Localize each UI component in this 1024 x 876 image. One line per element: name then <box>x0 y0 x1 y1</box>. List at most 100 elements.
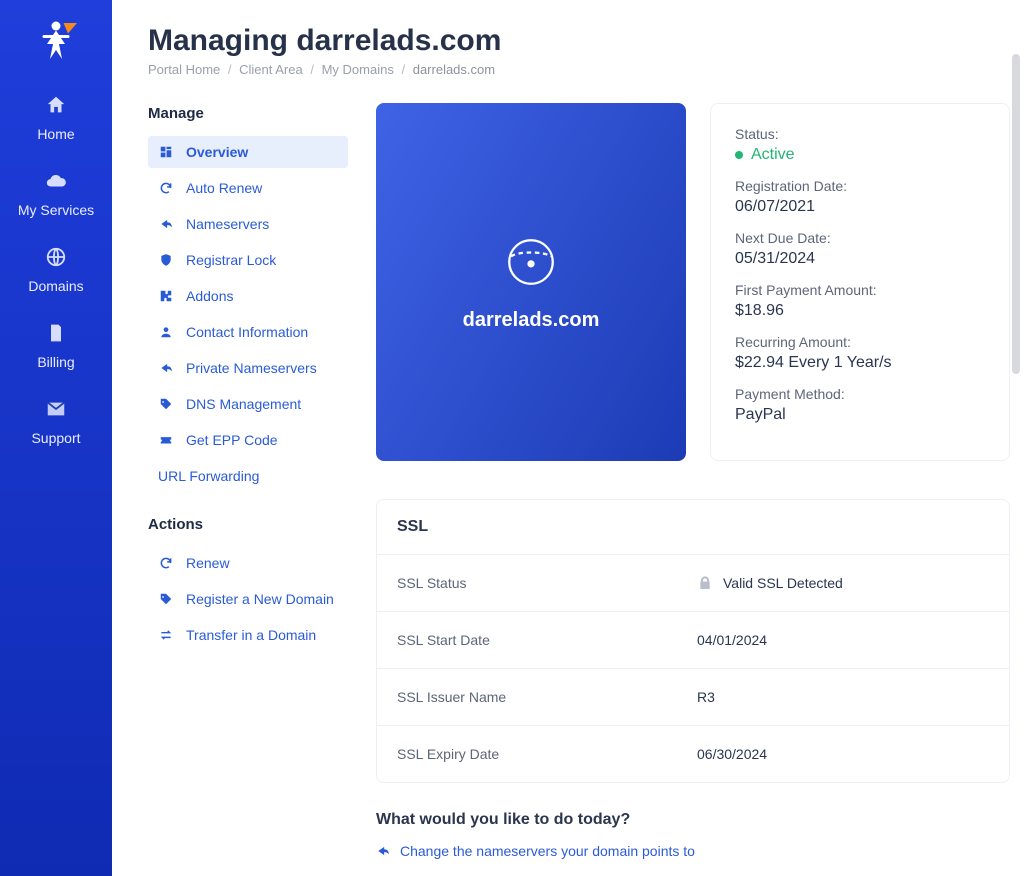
actions-item-label: Renew <box>186 555 230 571</box>
globe-outline-icon <box>502 233 560 291</box>
refresh-icon <box>158 555 174 571</box>
ticket-icon <box>158 432 174 448</box>
breadcrumb-client-area[interactable]: Client Area <box>239 62 303 77</box>
manage-item-addons[interactable]: Addons <box>148 280 348 312</box>
breadcrumb-my-domains[interactable]: My Domains <box>322 62 394 77</box>
page-title: Managing darrelads.com <box>148 24 1010 58</box>
actions-item-register[interactable]: Register a New Domain <box>148 583 348 615</box>
manage-heading: Manage <box>148 105 348 122</box>
tag-icon <box>158 396 174 412</box>
breadcrumb-portal-home[interactable]: Portal Home <box>148 62 220 77</box>
manage-item-label: Auto Renew <box>186 180 262 196</box>
tag-icon <box>158 591 174 607</box>
manage-item-auto-renew[interactable]: Auto Renew <box>148 172 348 204</box>
manage-item-label: Overview <box>186 144 248 160</box>
first-pay-label: First Payment Amount: <box>735 282 985 298</box>
actions-item-label: Register a New Domain <box>186 591 334 607</box>
shield-icon <box>158 252 174 268</box>
exchange-icon <box>158 627 174 643</box>
ssl-row-expiry: SSL Expiry Date 06/30/2024 <box>377 726 1009 782</box>
breadcrumb: Portal Home / Client Area / My Domains /… <box>148 62 1010 77</box>
ssl-row-key: SSL Start Date <box>397 632 697 648</box>
status-dot-icon <box>735 151 743 159</box>
detail-column: darrelads.com Status: Active Registratio… <box>376 103 1010 859</box>
manage-item-nameservers[interactable]: Nameservers <box>148 208 348 240</box>
manage-item-label: DNS Management <box>186 396 301 412</box>
sidebar-item-label: Support <box>31 430 80 446</box>
refresh-icon <box>158 180 174 196</box>
logo-icon <box>32 14 80 68</box>
sidebar-item-label: Billing <box>37 354 74 370</box>
manage-item-private-ns[interactable]: Private Nameservers <box>148 352 348 384</box>
breadcrumb-current: darrelads.com <box>413 62 495 77</box>
status-card: Status: Active Registration Date: 06/07/… <box>710 103 1010 461</box>
sidebar-nav: Home My Services Domains Billing Support <box>0 94 112 446</box>
due-date-value: 05/31/2024 <box>735 250 985 268</box>
actions-menu: Renew Register a New Domain Transfer in … <box>148 547 348 651</box>
paymethod-value: PayPal <box>735 406 985 424</box>
recurring-label: Recurring Amount: <box>735 334 985 350</box>
manage-item-dns[interactable]: DNS Management <box>148 388 348 420</box>
actions-heading: Actions <box>148 516 348 533</box>
brand-logo[interactable] <box>30 12 82 70</box>
manage-item-url-forwarding[interactable]: URL Forwarding <box>148 460 348 492</box>
status-value: Active <box>735 146 985 164</box>
paymethod-label: Payment Method: <box>735 386 985 402</box>
main-content: Managing darrelads.com Portal Home / Cli… <box>112 0 1010 876</box>
breadcrumb-sep: / <box>228 62 232 77</box>
manage-item-label: Addons <box>186 288 233 304</box>
sidebar-item-domains[interactable]: Domains <box>0 246 112 294</box>
today-heading: What would you like to do today? <box>376 811 1010 829</box>
sidebar-item-support[interactable]: Support <box>0 398 112 446</box>
ssl-row-status: SSL Status Valid SSL Detected <box>377 555 1009 612</box>
page-scrollbar-thumb[interactable] <box>1012 54 1020 374</box>
manage-menu: Overview Auto Renew Nameservers Registra… <box>148 136 348 492</box>
breadcrumb-sep: / <box>310 62 314 77</box>
actions-item-renew[interactable]: Renew <box>148 547 348 579</box>
ssl-row-key: SSL Expiry Date <box>397 746 697 762</box>
puzzle-icon <box>158 288 174 304</box>
today-link-change-ns[interactable]: Change the nameservers your domain point… <box>376 843 1010 859</box>
ssl-row-val: 06/30/2024 <box>697 746 767 762</box>
status-label: Status: <box>735 126 985 142</box>
sidebar-item-label: Domains <box>28 278 83 294</box>
ssl-row-val: R3 <box>697 689 715 705</box>
ssl-panel: SSL SSL Status Valid SSL Detected SSL St… <box>376 499 1010 783</box>
sidebar-item-home[interactable]: Home <box>0 94 112 142</box>
sidebar-item-label: My Services <box>18 202 94 218</box>
manage-column: Manage Overview Auto Renew Nameservers R… <box>148 103 348 655</box>
manage-item-overview[interactable]: Overview <box>148 136 348 168</box>
manage-item-contact-info[interactable]: Contact Information <box>148 316 348 348</box>
page-scrollbar-track <box>1014 0 1022 876</box>
primary-sidebar: Home My Services Domains Billing Support <box>0 0 112 876</box>
reg-date-value: 06/07/2021 <box>735 198 985 216</box>
due-date-label: Next Due Date: <box>735 230 985 246</box>
manage-item-epp[interactable]: Get EPP Code <box>148 424 348 456</box>
globe-icon <box>45 246 67 268</box>
recurring-value: $22.94 Every 1 Year/s <box>735 354 985 372</box>
sidebar-item-billing[interactable]: Billing <box>0 322 112 370</box>
domain-hero-card: darrelads.com <box>376 103 686 461</box>
today-link-label: Change the nameservers your domain point… <box>400 843 695 859</box>
dashboard-icon <box>158 144 174 160</box>
ssl-row-val: 04/01/2024 <box>697 632 767 648</box>
manage-item-label: Private Nameservers <box>186 360 317 376</box>
actions-item-transfer[interactable]: Transfer in a Domain <box>148 619 348 651</box>
ssl-row-issuer: SSL Issuer Name R3 <box>377 669 1009 726</box>
ssl-row-key: SSL Status <box>397 575 697 591</box>
manage-item-label: Contact Information <box>186 324 308 340</box>
sidebar-item-label: Home <box>37 126 74 142</box>
manage-item-label: Nameservers <box>186 216 269 232</box>
manage-item-registrar-lock[interactable]: Registrar Lock <box>148 244 348 276</box>
reg-date-label: Registration Date: <box>735 178 985 194</box>
mail-icon <box>45 398 67 420</box>
lock-icon <box>697 575 713 591</box>
first-pay-value: $18.96 <box>735 302 985 320</box>
ssl-row-val: Valid SSL Detected <box>723 575 843 591</box>
sidebar-item-services[interactable]: My Services <box>0 170 112 218</box>
manage-item-label: Registrar Lock <box>186 252 276 268</box>
breadcrumb-sep: / <box>401 62 405 77</box>
domain-name: darrelads.com <box>463 309 600 332</box>
share-icon <box>158 216 174 232</box>
manage-item-label: Get EPP Code <box>186 432 278 448</box>
